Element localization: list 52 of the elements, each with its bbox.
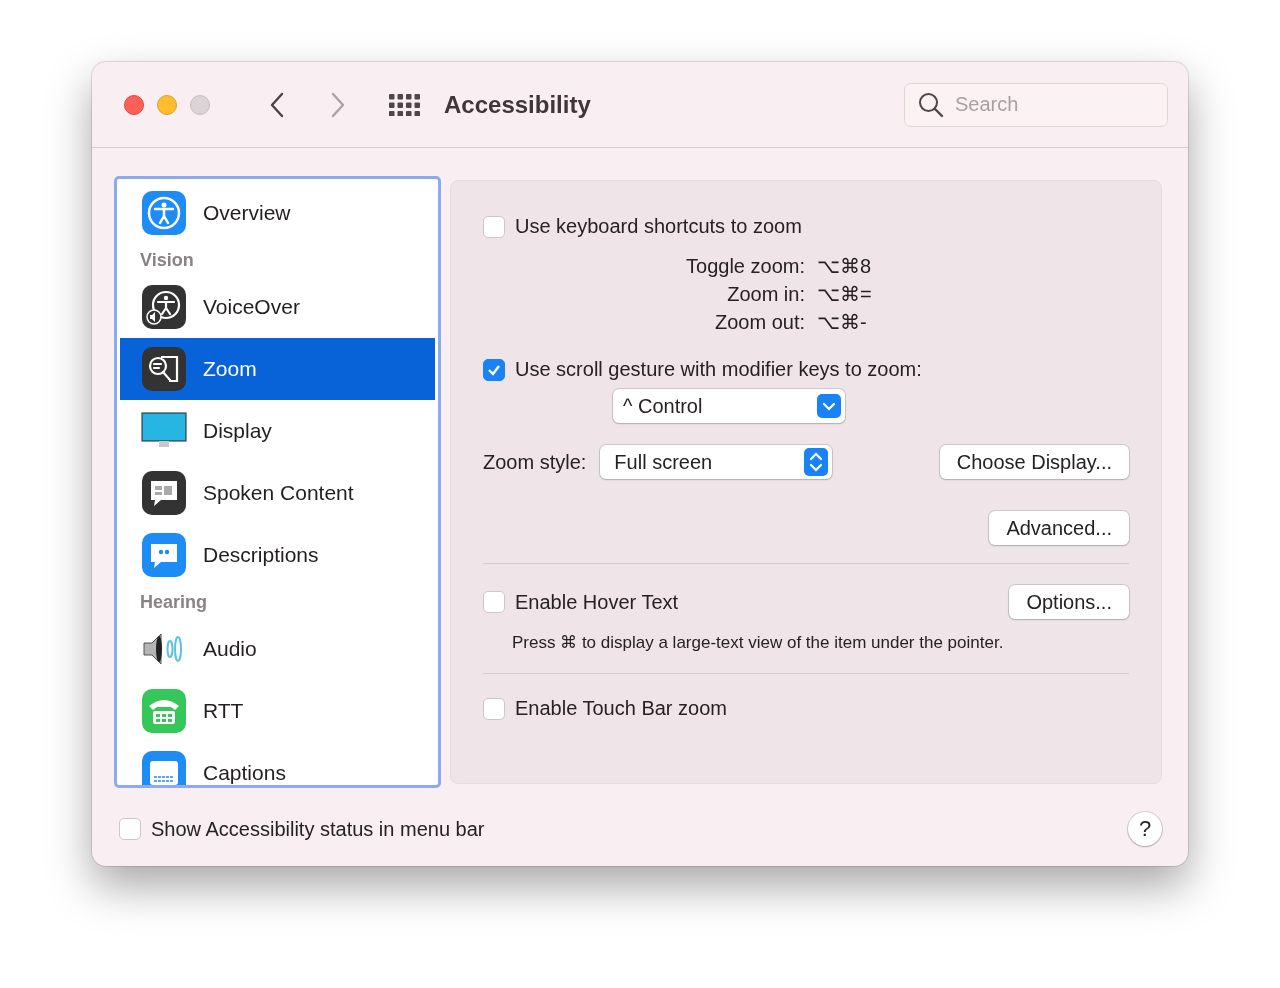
checkbox[interactable] (483, 697, 505, 720)
shortcut-label: Zoom in: (726, 282, 805, 307)
checkbox-label: Enable Hover Text (515, 590, 679, 614)
sidebar-item[interactable]: Overview (120, 182, 435, 244)
shortcut-keys: ⌥⌘= (817, 280, 1129, 308)
checkbox[interactable] (483, 215, 505, 238)
sidebar-item[interactable]: RTT (120, 680, 435, 742)
sidebar-item[interactable]: VoiceOver (120, 276, 435, 338)
checkbox-label: Show Accessibility status in menu bar (151, 817, 485, 841)
sidebar-item[interactable]: Descriptions (120, 524, 435, 586)
captions-icon (141, 750, 187, 785)
sidebar-item[interactable]: Audio (120, 618, 435, 680)
telephone-icon (141, 688, 187, 734)
section-header: Hearing (139, 591, 209, 614)
checkbox[interactable] (119, 818, 141, 840)
shortcut-keys: ⌥⌘8 (817, 252, 1129, 280)
window-title: Accessibility (444, 90, 591, 119)
checkbox-label: Enable Touch Bar zoom (515, 697, 727, 720)
advanced-button[interactable]: Advanced... (989, 511, 1129, 545)
forward-icon[interactable] (329, 91, 347, 118)
shortcut-label: Toggle zoom: (685, 254, 805, 279)
sidebar-item[interactable]: Display (120, 400, 435, 462)
choose-display-button[interactable]: Choose Display... (939, 445, 1129, 479)
shortcut-keys: ⌥⌘- (817, 308, 1129, 336)
up-down-chevron-icon (804, 448, 829, 476)
minimize-button[interactable] (157, 94, 177, 115)
accessibility-icon (141, 190, 187, 236)
grid-icon[interactable] (389, 93, 421, 116)
chevron-down-icon (817, 394, 841, 418)
sidebar-item[interactable]: Zoom (120, 338, 435, 400)
checkbox[interactable] (483, 591, 505, 613)
options-button[interactable]: Options... (1009, 585, 1129, 619)
zoom-style-dropdown[interactable]: Full screen (600, 445, 833, 479)
quote-bubble-icon (141, 532, 187, 578)
shortcut-label: Zoom out: (713, 310, 805, 335)
checkbox-label: Use scroll gesture with modifier keys to zoom: (515, 358, 922, 381)
section-header: Vision (139, 249, 195, 272)
zoom-style-label: Zoom style: (483, 450, 587, 474)
back-icon[interactable] (268, 91, 286, 118)
sidebar-item[interactable]: Captions (120, 742, 435, 785)
checkbox-label: Use keyboard shortcuts to zoom (515, 215, 802, 238)
close-button[interactable] (124, 94, 144, 115)
modifier-dropdown[interactable]: ^ Control (613, 389, 845, 423)
hover-text-hint: Press ⌘ to display a large-text view of the item under the pointer. (512, 632, 1005, 653)
help-button[interactable]: ? (1128, 812, 1162, 846)
sidebar-item[interactable]: Spoken Content (120, 462, 435, 524)
checkbox[interactable] (483, 358, 505, 381)
search-field[interactable]: Search (904, 82, 1168, 127)
magnifier-screen-icon (141, 346, 187, 392)
speech-bubble-icon (141, 470, 187, 516)
zoom-button[interactable] (190, 94, 210, 115)
voiceover-icon (141, 284, 187, 330)
